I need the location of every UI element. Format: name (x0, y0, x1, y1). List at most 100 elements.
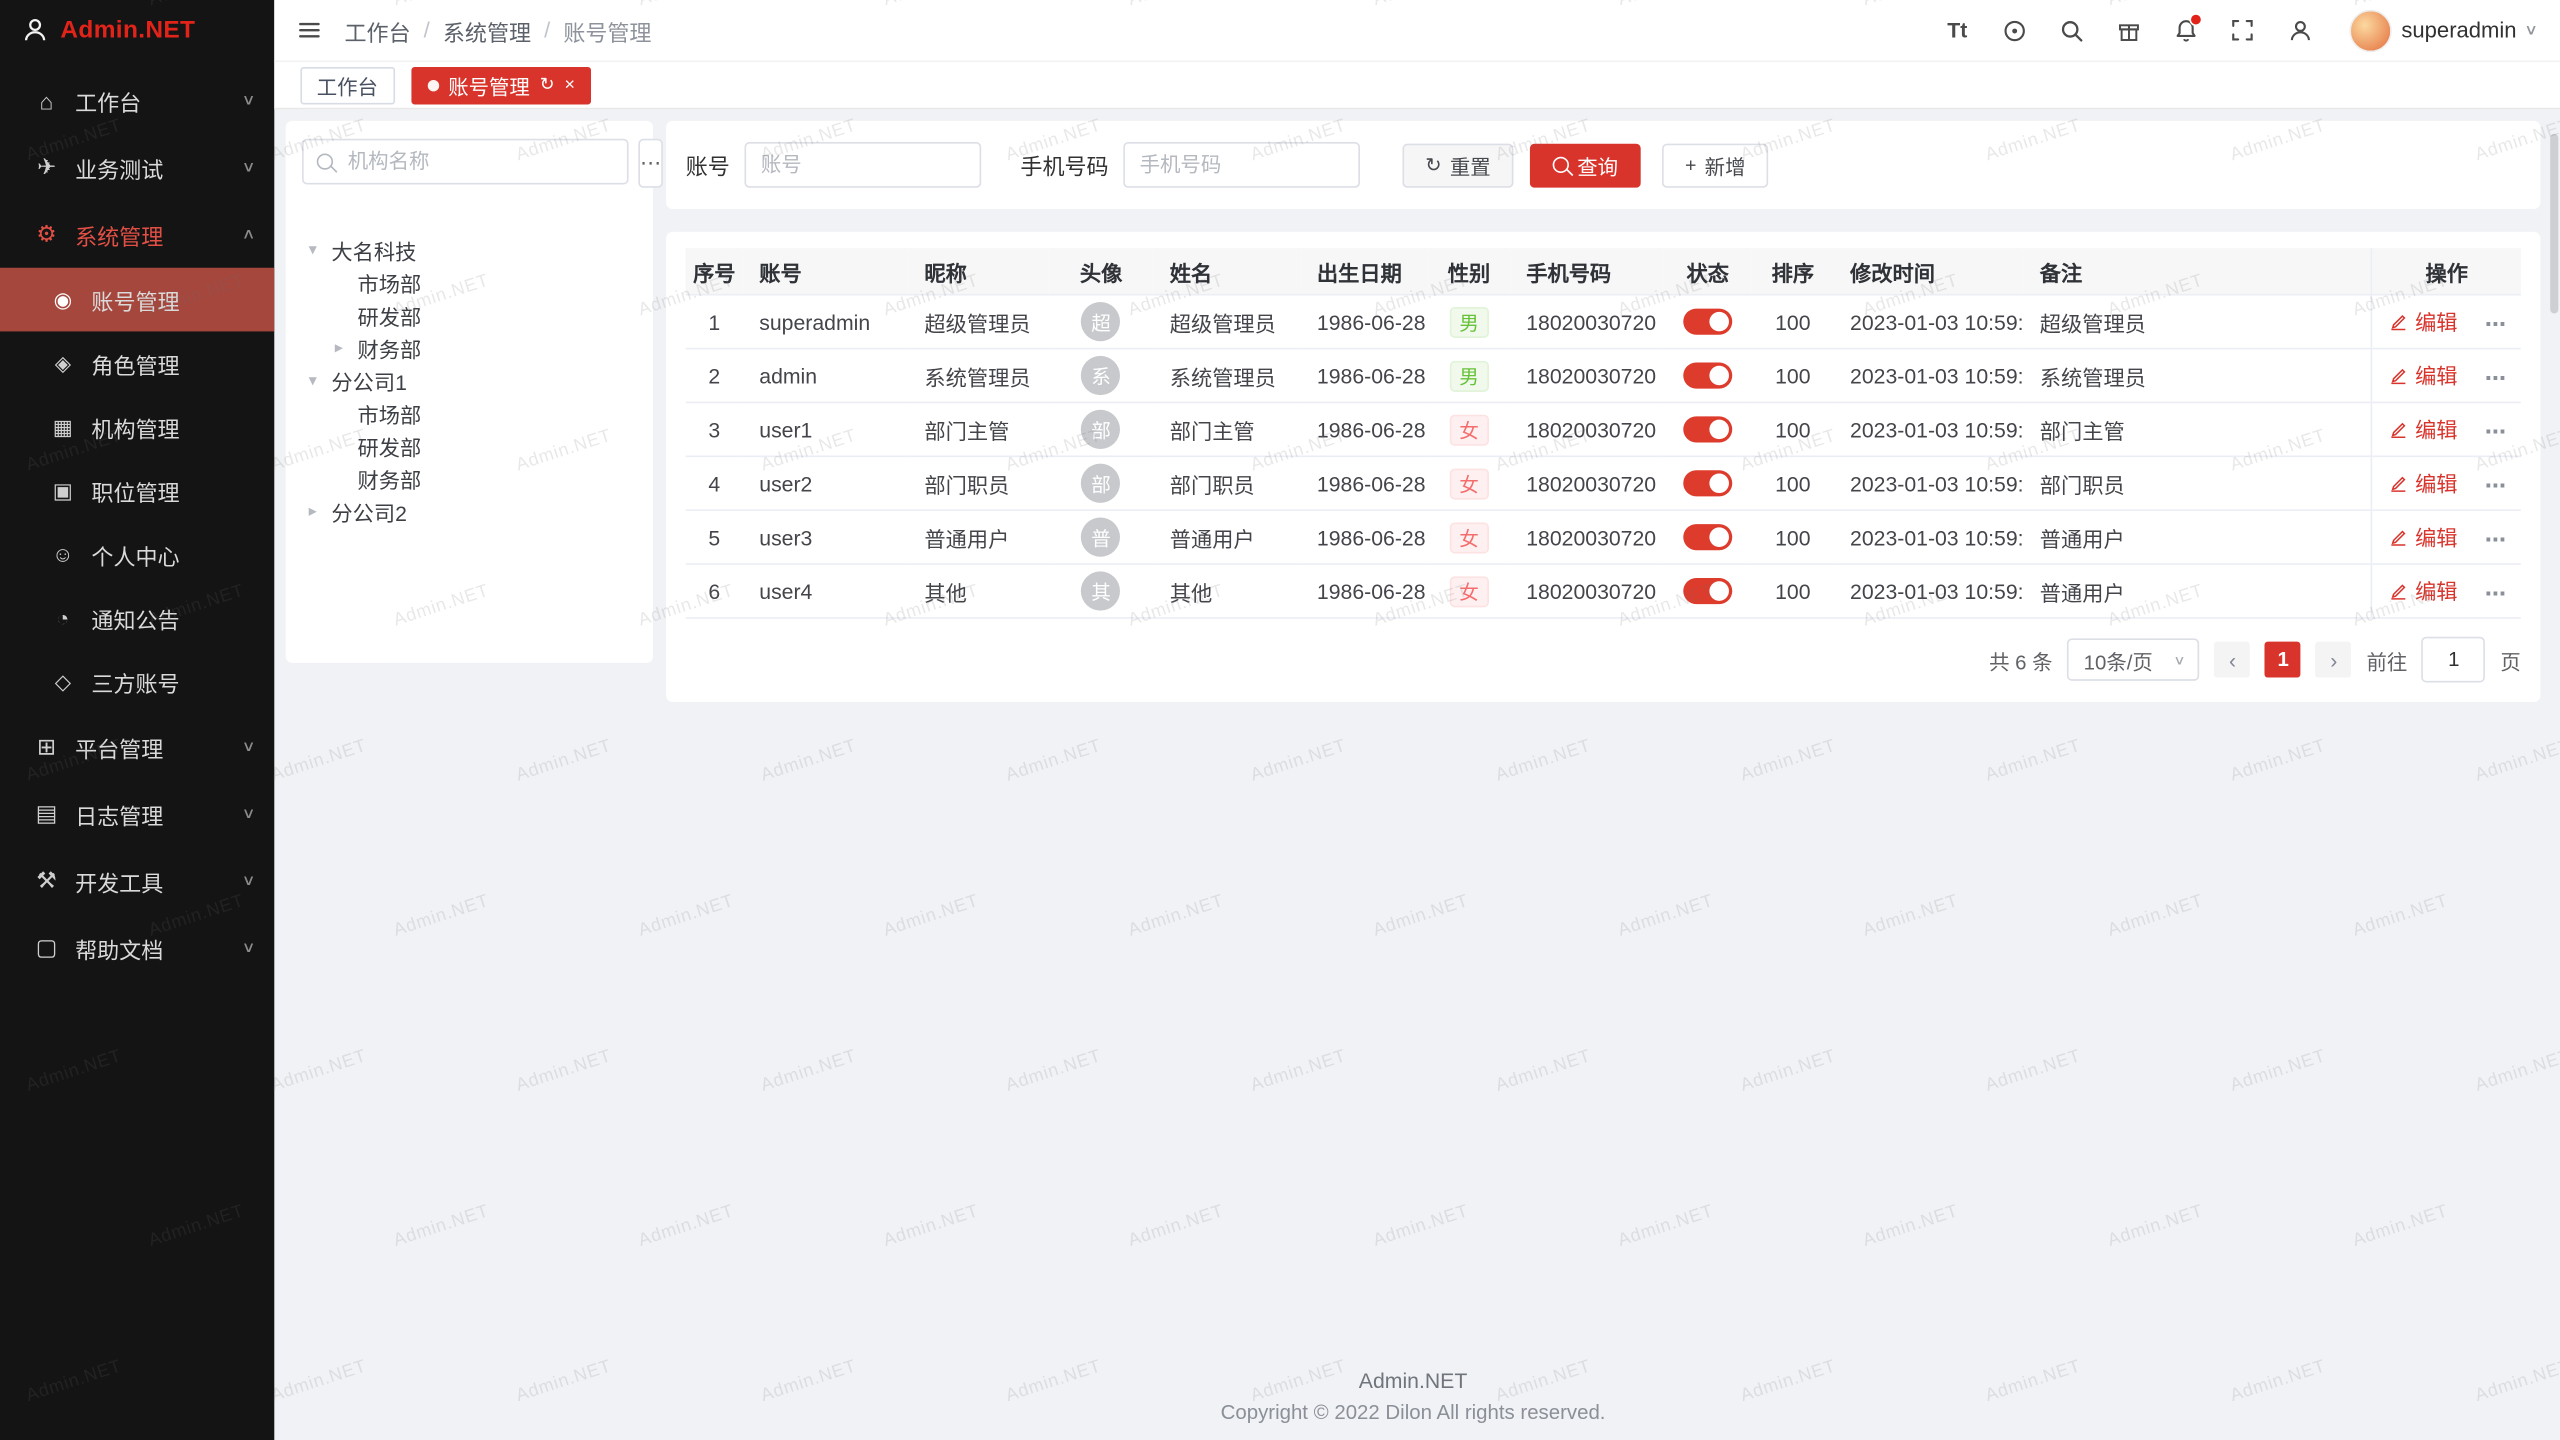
tab-account-management[interactable]: 账号管理 ↻ × (411, 66, 592, 104)
sidebar-subitem[interactable]: ▣ 职位管理 (0, 459, 274, 523)
chevron-down-icon: ∨ (242, 738, 256, 756)
more-actions-icon[interactable]: ⋯ (2485, 311, 2508, 335)
cell-modified: 2023-01-03 10:59:44 (1834, 510, 2024, 564)
chevron-down-icon: ∨ (2173, 652, 2185, 667)
breadcrumb-item[interactable]: 工作台 (344, 14, 410, 47)
edit-button[interactable]: 编辑 (2389, 521, 2458, 552)
status-toggle[interactable] (1683, 578, 1732, 604)
sidebar-item-business-test[interactable]: ✈ 业务测试 ∨ (0, 134, 274, 201)
edit-button[interactable]: 编辑 (2389, 467, 2458, 498)
edit-button[interactable]: 编辑 (2389, 575, 2458, 606)
status-toggle[interactable] (1683, 363, 1732, 389)
tree-node[interactable]: 市场部 (302, 266, 637, 299)
tree-node[interactable]: 财务部 (302, 462, 637, 495)
cell-birth: 1986-06-28 (1301, 295, 1429, 349)
prev-page-button[interactable]: ‹ (2215, 642, 2251, 678)
more-actions-icon[interactable]: ⋯ (2485, 419, 2508, 443)
edit-button[interactable]: 编辑 (2389, 306, 2458, 337)
gift-icon[interactable] (2114, 16, 2143, 45)
gender-badge: 女 (1449, 414, 1488, 445)
footer-copyright: Copyright © 2022 Dilon All rights reserv… (286, 1401, 2541, 1424)
tree-node[interactable]: 大名科技 (302, 233, 637, 266)
org-search-box[interactable] (302, 139, 629, 185)
tree-caret-icon[interactable] (309, 371, 332, 389)
hamburger-menu-icon[interactable] (297, 18, 321, 42)
sidebar-subitem-label: 角色管理 (91, 347, 274, 380)
next-page-button[interactable]: › (2316, 642, 2352, 678)
sidebar-item-platform-management[interactable]: ⊞ 平台管理 ∨ (0, 713, 274, 780)
col-header-status: 状态 (1664, 248, 1752, 295)
account-filter-input[interactable] (744, 142, 981, 188)
org-tree: 大名科技 市场部 研发部 (302, 233, 637, 527)
cell-modified: 2023-01-03 10:59:44 (1834, 456, 2024, 510)
search-icon[interactable] (2057, 16, 2086, 45)
more-actions-icon[interactable]: ⋯ (2485, 581, 2508, 605)
tree-node[interactable]: 研发部 (302, 429, 637, 462)
tree-node[interactable]: 分公司2 (302, 495, 637, 528)
sidebar-subitem[interactable]: ▦ 机构管理 (0, 395, 274, 459)
cell-nickname: 其他 (908, 564, 1049, 618)
cell-operations: 编辑 ⋯ (2372, 456, 2521, 510)
add-button[interactable]: + 新增 (1662, 143, 1768, 187)
page-suffix-label: 页 (2500, 644, 2520, 675)
cell-status (1664, 564, 1752, 618)
cell-remark: 超级管理员 (2023, 295, 2371, 349)
cell-status (1664, 402, 1752, 456)
logo[interactable]: Admin.NET (0, 0, 274, 60)
cell-birth: 1986-06-28 (1301, 564, 1429, 618)
sidebar-subitem[interactable]: ◉ 账号管理 (0, 268, 274, 332)
user-menu[interactable]: superadmin ∨ (2349, 9, 2537, 51)
avatar: 部 (1081, 410, 1120, 449)
status-toggle[interactable] (1683, 471, 1732, 497)
tab-workbench[interactable]: 工作台 (300, 66, 394, 104)
status-toggle[interactable] (1683, 525, 1732, 551)
refresh-tab-icon[interactable]: ↻ (540, 76, 555, 94)
sidebar-item-dev-tools[interactable]: ⚒ 开发工具 ∨ (0, 847, 274, 914)
sidebar-subitem[interactable]: ◈ 角色管理 (0, 331, 274, 395)
scrollbar-thumb[interactable] (2550, 134, 2558, 314)
cell-sort: 100 (1752, 402, 1834, 456)
font-size-icon[interactable]: Tt (1943, 16, 1972, 45)
more-actions-icon[interactable]: ⋯ (2485, 527, 2508, 551)
goto-page-input[interactable] (2422, 637, 2486, 683)
edit-button[interactable]: 编辑 (2389, 413, 2458, 444)
tree-node[interactable]: 财务部 (302, 331, 637, 364)
tree-node[interactable]: 分公司1 (302, 364, 637, 397)
query-button[interactable]: 查询 (1530, 143, 1641, 187)
toggle-knob (1709, 312, 1729, 332)
org-more-button[interactable]: ⋯ (638, 139, 662, 188)
reset-button[interactable]: ↻ 重置 (1402, 143, 1513, 187)
sidebar-subitem[interactable]: ☺ 个人中心 (0, 522, 274, 586)
edit-button[interactable]: 编辑 (2389, 360, 2458, 391)
sidebar-item-system-management[interactable]: ⚙ 系统管理 ∧ (0, 201, 274, 268)
fullscreen-icon[interactable] (2228, 16, 2257, 45)
toggle-knob (1709, 474, 1729, 494)
tree-node[interactable]: 研发部 (302, 299, 637, 332)
avatar: 普 (1081, 518, 1120, 557)
sidebar-subitem[interactable]: ◇ 三方账号 (0, 650, 274, 714)
table-row: 3 user1 部门主管 部 部门主管 1986-06-28 (686, 402, 2521, 456)
tree-caret-icon[interactable] (309, 502, 332, 520)
sidebar-item-log-management[interactable]: ▤ 日志管理 ∨ (0, 780, 274, 847)
tree-caret-icon[interactable] (309, 241, 332, 259)
tree-node[interactable]: 市场部 (302, 397, 637, 430)
sidebar-item-workbench[interactable]: ⌂ 工作台 ∨ (0, 67, 274, 134)
close-tab-icon[interactable]: × (564, 76, 575, 94)
more-actions-icon[interactable]: ⋯ (2485, 473, 2508, 497)
more-actions-icon[interactable]: ⋯ (2485, 365, 2508, 389)
tree-caret-icon[interactable] (335, 339, 358, 357)
breadcrumb-item[interactable]: 系统管理 (443, 14, 531, 47)
status-toggle[interactable] (1683, 309, 1732, 335)
current-page[interactable]: 1 (2265, 642, 2301, 678)
phone-filter-input[interactable] (1123, 142, 1360, 188)
discover-icon[interactable] (2000, 16, 2029, 45)
bell-icon[interactable] (2171, 16, 2200, 45)
cell-name: 部门职员 (1153, 456, 1300, 510)
user-icon[interactable] (2285, 16, 2314, 45)
org-search-input[interactable] (344, 149, 613, 175)
status-toggle[interactable] (1683, 417, 1732, 443)
sidebar-item-help-docs[interactable]: ▢ 帮助文档 ∨ (0, 914, 274, 981)
avatar: 其 (1081, 571, 1120, 610)
sidebar-subitem[interactable]: ◔ 通知公告 (0, 586, 274, 650)
page-size-select[interactable]: 10条/页 ∨ (2067, 638, 2200, 680)
